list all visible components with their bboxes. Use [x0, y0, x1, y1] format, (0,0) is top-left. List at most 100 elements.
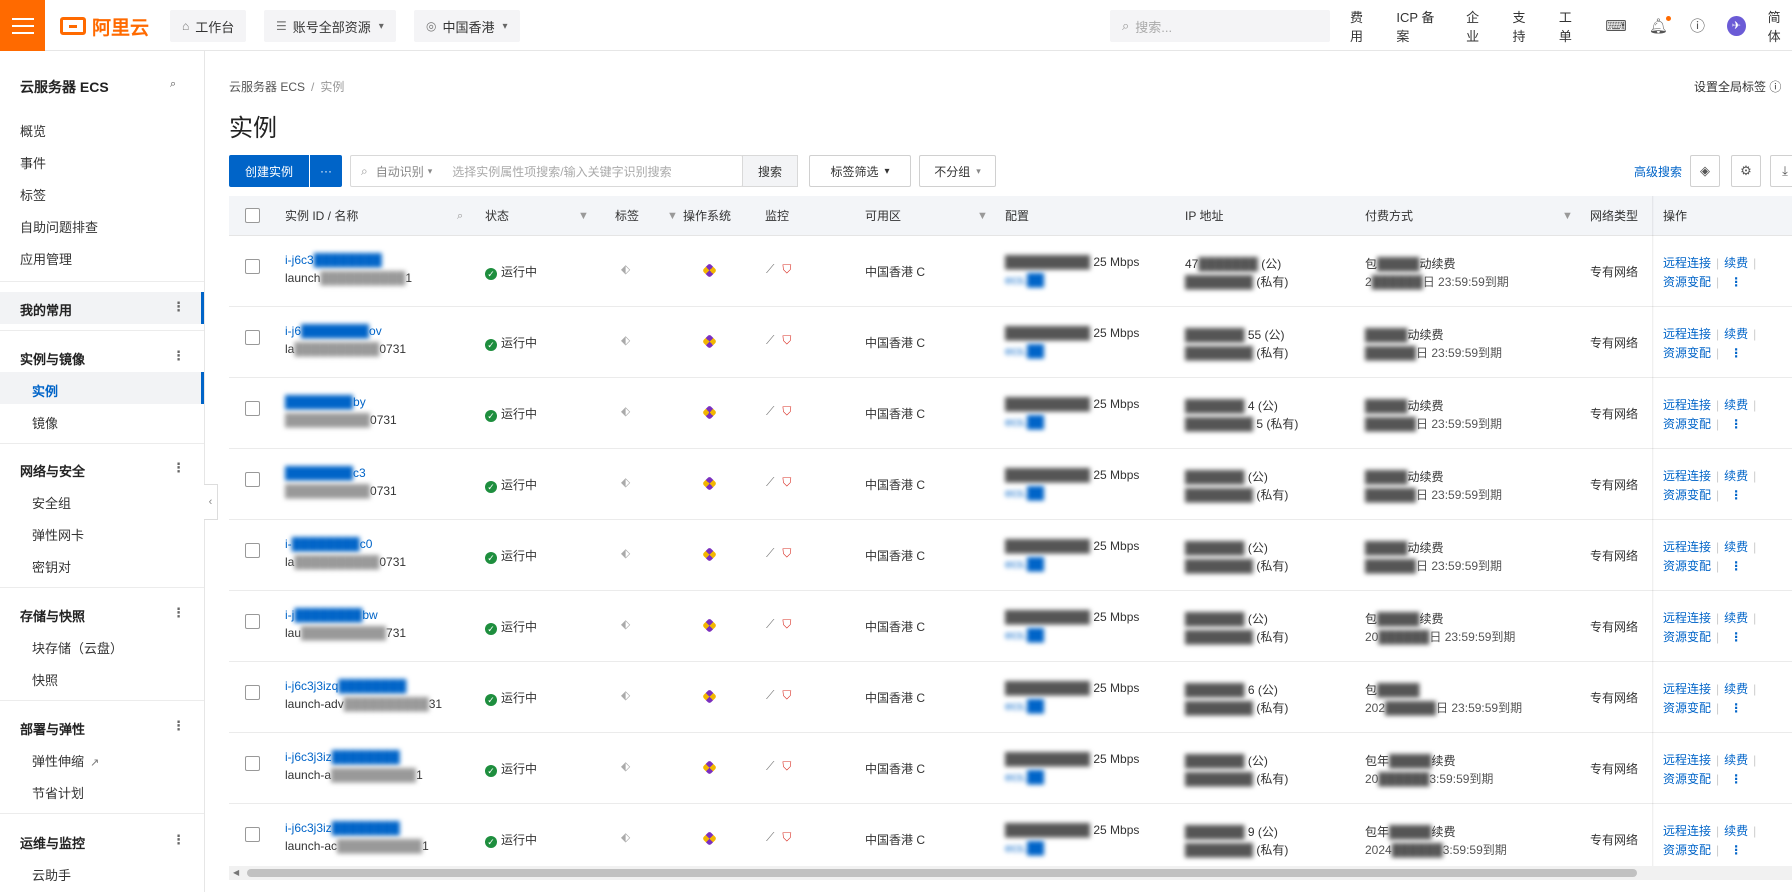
region-select[interactable]: ◎ 中国香港 ▾	[414, 10, 520, 42]
shield-icon[interactable]: ⛉	[782, 262, 791, 276]
chart-icon[interactable]: ⟋	[766, 759, 774, 773]
tag-icon[interactable]: ⬖	[621, 262, 630, 276]
shield-icon[interactable]: ⛉	[782, 759, 791, 773]
instance-id-link[interactable]: i-j6c3j3iz████████	[285, 821, 400, 835]
sidebar-item-tags[interactable]: 标签	[20, 185, 46, 204]
sidebar-item-events[interactable]: 事件	[20, 153, 46, 172]
sidebar-group-ops[interactable]: 运维与监控	[20, 833, 85, 852]
shield-icon[interactable]: ⛉	[782, 404, 791, 418]
tag-icon[interactable]: ⬖	[621, 759, 630, 773]
chart-icon[interactable]: ⟋	[766, 404, 774, 418]
horizontal-scrollbar[interactable]: ◀	[229, 866, 1792, 880]
tag-icon[interactable]: ⬖	[621, 546, 630, 560]
remote-connect-link[interactable]: 远程连接	[1663, 611, 1711, 625]
sidebar-group-storage[interactable]: 存储与快照	[20, 606, 85, 625]
language-select[interactable]: 简体	[1768, 7, 1792, 45]
config-link[interactable]: ecs.██	[1005, 770, 1044, 784]
more-icon[interactable]: ⋮	[172, 348, 185, 364]
sidebar-item-images[interactable]: 镜像	[32, 413, 58, 432]
table-row[interactable]: ████████by ██████████0731 ✓ 运行中 ⬖ ⟋ ⛉ 中国香港…	[229, 378, 1792, 449]
top-link-enterprise[interactable]: 企业	[1466, 7, 1490, 45]
chart-icon[interactable]: ⟋	[766, 546, 774, 560]
sidebar-item-troubleshoot[interactable]: 自助问题排查	[20, 217, 98, 236]
table-row[interactable]: i-j6c3j3iz████████ launch-a██████████1 ✓…	[229, 733, 1792, 804]
terminal-icon[interactable]: ⌨	[1605, 17, 1627, 35]
instance-search-input[interactable]: ⌕ 自动识别 ▾ 选择实例属性项搜索/输入关键字识别搜索	[350, 155, 743, 187]
remote-connect-link[interactable]: 远程连接	[1663, 398, 1711, 412]
more-actions-icon[interactable]: ⋮	[1730, 843, 1742, 857]
table-row[interactable]: i-████████c0 la██████████0731 ✓ 运行中 ⬖ ⟋ ⛉ …	[229, 520, 1792, 591]
remote-connect-link[interactable]: 远程连接	[1663, 469, 1711, 483]
top-link-support[interactable]: 支持	[1513, 7, 1537, 45]
group-filter-button[interactable]: 不分组 ▾	[919, 155, 996, 187]
renew-link[interactable]: 续费	[1724, 256, 1748, 270]
tag-icon[interactable]: ⬖	[621, 830, 630, 844]
remote-connect-link[interactable]: 远程连接	[1663, 824, 1711, 838]
config-link[interactable]: ecs.██	[1005, 628, 1044, 642]
config-link[interactable]: ecs.██	[1005, 344, 1044, 358]
sidebar-collapse-button[interactable]: ‹	[204, 484, 218, 520]
bell-icon[interactable]: 🔔︎	[1649, 15, 1671, 35]
remote-connect-link[interactable]: 远程连接	[1663, 753, 1711, 767]
sidebar-item-instances[interactable]: 实例	[32, 381, 58, 400]
more-actions-icon[interactable]: ⋮	[1730, 275, 1742, 289]
more-actions-icon[interactable]: ⋮	[1730, 559, 1742, 573]
top-link-billing[interactable]: 费用	[1350, 7, 1374, 45]
row-checkbox[interactable]	[245, 543, 260, 558]
more-actions-icon[interactable]: ⋮	[1730, 488, 1742, 502]
resource-change-link[interactable]: 资源变配	[1663, 701, 1711, 715]
sidebar-item-savings-plan[interactable]: 节省计划	[32, 783, 84, 802]
tag-icon[interactable]: ⬖	[621, 404, 630, 418]
row-checkbox[interactable]	[245, 827, 260, 842]
chart-icon[interactable]: ⟋	[766, 688, 774, 702]
instance-id-link[interactable]: ████████c3	[285, 466, 366, 480]
advanced-search-link[interactable]: 高级搜索	[1634, 163, 1682, 180]
remote-connect-link[interactable]: 远程连接	[1663, 256, 1711, 270]
remote-connect-link[interactable]: 远程连接	[1663, 327, 1711, 341]
renew-link[interactable]: 续费	[1724, 753, 1748, 767]
more-actions-icon[interactable]: ⋮	[1730, 701, 1742, 715]
row-checkbox[interactable]	[245, 756, 260, 771]
search-button[interactable]: 搜索	[742, 155, 798, 187]
renew-link[interactable]: 续费	[1724, 824, 1748, 838]
sidebar-group-network[interactable]: 网络与安全	[20, 461, 85, 480]
row-checkbox[interactable]	[245, 614, 260, 629]
global-tag-setting[interactable]: 设置全局标签 ⓘ	[1694, 78, 1781, 95]
config-link[interactable]: ecs.██	[1005, 557, 1044, 571]
sidebar-item-autoscaling[interactable]: 弹性伸缩 ↗	[32, 751, 99, 770]
resource-change-link[interactable]: 资源变配	[1663, 417, 1711, 431]
sidebar-item-overview[interactable]: 概览	[20, 121, 46, 140]
resource-change-link[interactable]: 资源变配	[1663, 488, 1711, 502]
scroll-left-icon[interactable]: ◀	[233, 866, 239, 880]
more-icon[interactable]: ⋮	[172, 718, 185, 734]
filter-icon[interactable]: ▼	[1562, 196, 1573, 236]
sidebar-item-cloud-assistant[interactable]: 云助手	[32, 865, 71, 884]
resource-change-link[interactable]: 资源变配	[1663, 772, 1711, 786]
breadcrumb-root[interactable]: 云服务器 ECS	[229, 80, 305, 94]
menu-button[interactable]	[0, 0, 45, 51]
more-actions-icon[interactable]: ⋮	[1730, 346, 1742, 360]
chart-icon[interactable]: ⟋	[766, 333, 774, 347]
layers-icon[interactable]: ◈	[1690, 155, 1720, 187]
instance-id-link[interactable]: ████████by	[285, 395, 366, 409]
resource-change-link[interactable]: 资源变配	[1663, 843, 1711, 857]
filter-icon[interactable]: ▼	[977, 196, 988, 236]
sidebar-item-eni[interactable]: 弹性网卡	[32, 525, 84, 544]
shield-icon[interactable]: ⛉	[782, 830, 791, 844]
tag-filter-button[interactable]: 标签筛选 ▾	[809, 155, 911, 187]
gear-icon[interactable]: ⚙	[1731, 155, 1761, 187]
remote-connect-link[interactable]: 远程连接	[1663, 540, 1711, 554]
renew-link[interactable]: 续费	[1724, 540, 1748, 554]
search-icon[interactable]: ⌕	[457, 196, 463, 236]
table-row[interactable]: i-j████████bw lau██████████731 ✓ 运行中 ⬖ ⟋ ⛉…	[229, 591, 1792, 662]
sidebar-item-snapshot[interactable]: 快照	[32, 670, 58, 689]
sidebar-item-app-management[interactable]: 应用管理	[20, 249, 72, 268]
sidebar-item-security-group[interactable]: 安全组	[32, 493, 71, 512]
shield-icon[interactable]: ⛉	[782, 546, 791, 560]
table-row[interactable]: ████████c3 ██████████0731 ✓ 运行中 ⬖ ⟋ ⛉ 中国香港…	[229, 449, 1792, 520]
global-search-input[interactable]: ⌕ 搜索...	[1110, 10, 1330, 42]
shield-icon[interactable]: ⛉	[782, 333, 791, 347]
config-link[interactable]: ecs.██	[1005, 841, 1044, 855]
sidebar-item-block-storage[interactable]: 块存储（云盘）	[32, 638, 123, 657]
config-link[interactable]: ecs.██	[1005, 699, 1044, 713]
